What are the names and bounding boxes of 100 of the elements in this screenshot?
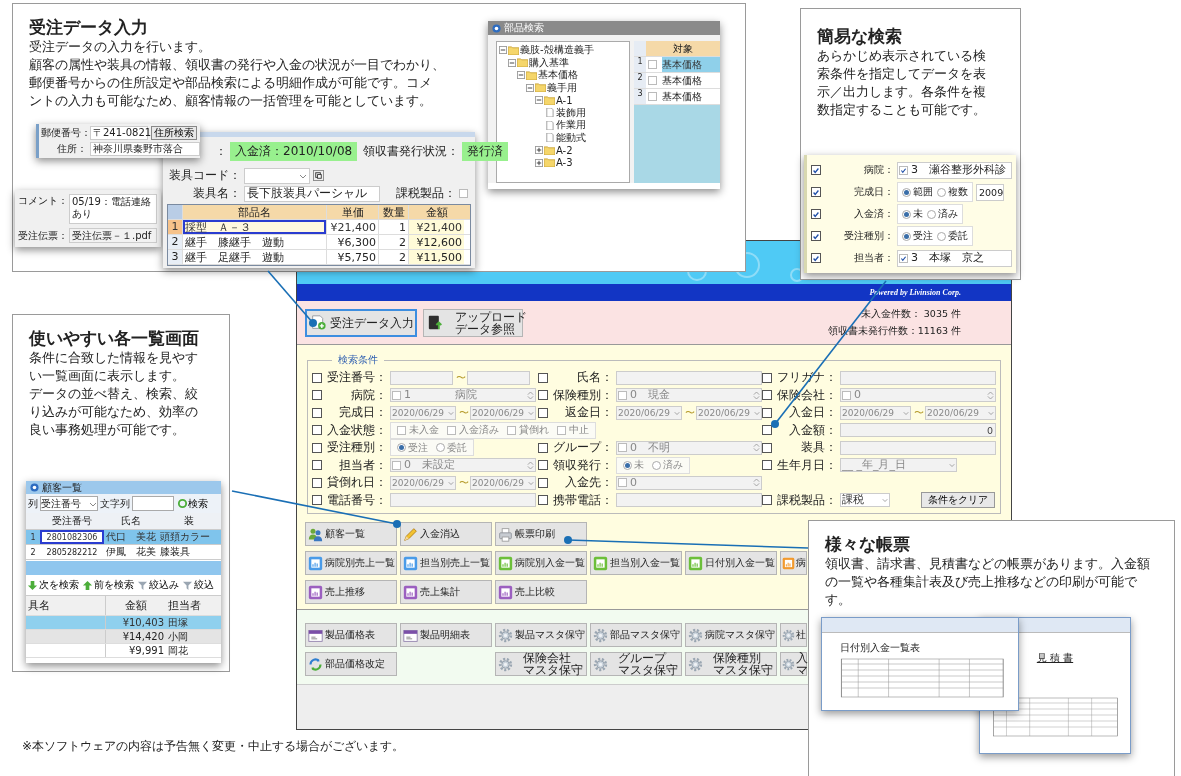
radio-option[interactable]: 複数	[937, 185, 968, 199]
field-label: 入金済：	[853, 207, 894, 221]
checkbox-option[interactable]: 中止	[557, 423, 589, 438]
field-label: 携帯電話：	[552, 491, 613, 509]
tree-item[interactable]: 購入基準	[529, 55, 569, 70]
checkbox-option[interactable]: 未入金	[397, 423, 439, 438]
field-label: 完成日：	[338, 404, 387, 422]
clear-button[interactable]: 条件をクリア	[921, 492, 995, 509]
number-field[interactable]: 0	[840, 423, 996, 438]
table-row[interactable]: 3 基本価格	[634, 89, 720, 105]
tree-item[interactable]: A-3	[556, 157, 573, 169]
radio-option[interactable]: 範囲	[902, 185, 933, 199]
menu-button[interactable]: 顧客一覧	[305, 522, 397, 546]
checkbox-option[interactable]: 貸倒れ	[507, 423, 549, 438]
menu-button[interactable]: 帳票印刷	[495, 522, 587, 546]
row-number: 3	[168, 250, 182, 264]
select-field[interactable]: 受注番号	[40, 496, 98, 511]
toolbar-button[interactable]: 絞込み	[137, 578, 179, 592]
radio-option[interactable]: 未	[623, 458, 644, 473]
table-row[interactable]: ¥10,403 田塚	[26, 616, 221, 630]
tree-item[interactable]: A-1	[556, 94, 573, 106]
table-row[interactable]: 1 2801082306 代口 美花 頭頚カラー	[26, 530, 221, 545]
menu-button[interactable]: 入 マ	[780, 652, 807, 676]
menu-button[interactable]: グループ マスタ保守	[590, 652, 682, 676]
menu-button[interactable]: 担当別入金一覧	[590, 551, 682, 575]
menu-button[interactable]: 受注データ入力	[305, 308, 417, 337]
menu-button[interactable]: 社	[780, 623, 807, 647]
table-row[interactable]: 2 2805282212 伊鳳 花美 膝装具	[26, 545, 221, 560]
field-label: 領収発行：	[552, 456, 613, 474]
radio-option[interactable]: 済み	[927, 207, 958, 221]
radio-option[interactable]: 委託	[436, 440, 467, 455]
tree-item[interactable]: 義手用	[547, 80, 577, 95]
menu-button[interactable]: 部品価格改定	[305, 652, 397, 676]
menu-button[interactable]: 日付別入金一覧	[685, 551, 777, 575]
comment-field[interactable]: 05/19：電話連絡あり	[69, 194, 157, 224]
menu-button[interactable]: 部品マスタ保守	[590, 623, 682, 647]
search-button[interactable]: 検索	[176, 496, 209, 511]
tree-item[interactable]: 装飾用	[556, 105, 586, 120]
radio-option[interactable]: 受注	[902, 229, 933, 243]
column-header: 担当者	[167, 597, 202, 613]
select-field[interactable]: 受注伝票－１.pdf	[69, 228, 157, 243]
radio-option[interactable]: 未	[902, 207, 923, 221]
menu-button[interactable]: 保険会社 マスタ保守	[495, 652, 587, 676]
tree-item[interactable]: A-2	[556, 144, 573, 156]
table-row[interactable]: 3 継手 足継手 遊動 ¥5,750 2 ¥11,500	[168, 250, 470, 265]
table-row[interactable]: 1 採型 Ａ－３ ¥21,400 1 ¥21,400	[168, 220, 470, 235]
menu-button[interactable]: 病	[780, 551, 807, 575]
table-row[interactable]: 2 継手 膝継手 遊動 ¥6,300 2 ¥12,600	[168, 235, 470, 250]
menu-button[interactable]: 担当別売上一覧	[400, 551, 492, 575]
checkbox-option[interactable]: 入金済み	[447, 423, 499, 438]
menu-button[interactable]: 製品価格表	[305, 623, 397, 647]
menu-button[interactable]: 売上集計	[400, 580, 492, 604]
table-row[interactable]: ¥9,991 岡花	[26, 644, 221, 658]
field-label: 完成日：	[853, 185, 894, 199]
toolbar-button[interactable]: 前を検索	[82, 578, 134, 592]
menu-button[interactable]: 売上比較	[495, 580, 587, 604]
field-label: 担当者：	[853, 251, 894, 265]
text-field[interactable]: 長下肢装具パーシャル	[244, 185, 380, 202]
select-field[interactable]: 課税	[840, 493, 890, 508]
table-cell-text: 頭頚カラー	[159, 530, 211, 544]
radio-option[interactable]: 済み	[652, 458, 683, 473]
radio-option[interactable]: 受注	[397, 440, 428, 455]
table-row[interactable]: 1 基本価格	[634, 57, 720, 73]
tree-item[interactable]: 能動式	[556, 130, 586, 145]
field-label: ：	[215, 143, 227, 160]
radio-option[interactable]: 委託	[937, 229, 968, 243]
tree-item[interactable]: 作業用	[556, 118, 586, 133]
card-text: 条件に合致した情報を見やす い一覧画面に表示します。 データの並べ替え、検索、絞 り込みが可能なため、効率の 良い事務処理が可能です。	[29, 349, 198, 439]
menu-button[interactable]: 病院マスタ保守	[685, 623, 777, 647]
table-cell-text: ¥10,403	[121, 616, 165, 629]
address-search-button[interactable]: 住所検索	[151, 126, 197, 140]
table-cell: 継手 膝継手 遊動	[182, 235, 326, 249]
tree-item[interactable]: 基本価格	[538, 68, 578, 83]
range-separator: 〜	[459, 475, 467, 490]
menu-button[interactable]: 入金消込	[400, 522, 492, 546]
field-label: 郵便番号：	[41, 126, 87, 140]
table-cell-text: 基本価格	[662, 73, 703, 88]
select-field[interactable]: 3 本塚 京之	[897, 249, 1012, 267]
field-label: 装具：	[800, 439, 837, 457]
menu-button[interactable]: 製品明細表	[400, 623, 492, 647]
table-cell: 基本価格	[662, 57, 720, 72]
card-title: 使いやすい各一覧画面	[29, 327, 199, 349]
menu-button[interactable]: 病院別売上一覧	[305, 551, 397, 575]
table-row[interactable]: ¥14,420 小岡	[26, 630, 221, 644]
select-field[interactable]: 3 瀬谷整形外科診	[897, 161, 1012, 179]
table-row[interactable]: 2 基本価格	[634, 73, 720, 89]
menu-button[interactable]: 製品マスタ保守	[495, 623, 587, 647]
column-header: 具名	[26, 596, 106, 615]
menu-button[interactable]: 保険種別 マスタ保守	[685, 652, 777, 676]
row-number: 2	[634, 73, 646, 88]
tree-item[interactable]: 義肢-殻構造義手	[520, 43, 594, 58]
field-label: 担当者：	[338, 456, 387, 474]
toolbar-button[interactable]: 次を検索	[27, 578, 79, 592]
date-field[interactable]: 2009	[976, 183, 1004, 201]
toolbar-button[interactable]: 絞込	[182, 578, 214, 592]
text-field[interactable]: 神奈川県秦野市落合	[90, 142, 200, 156]
menu-button[interactable]: 売上推移	[305, 580, 397, 604]
table-cell-text: 基本価格	[662, 89, 703, 104]
menu-button[interactable]: 病院別入金一覧	[495, 551, 587, 575]
status-badge: 発行済	[462, 142, 509, 161]
